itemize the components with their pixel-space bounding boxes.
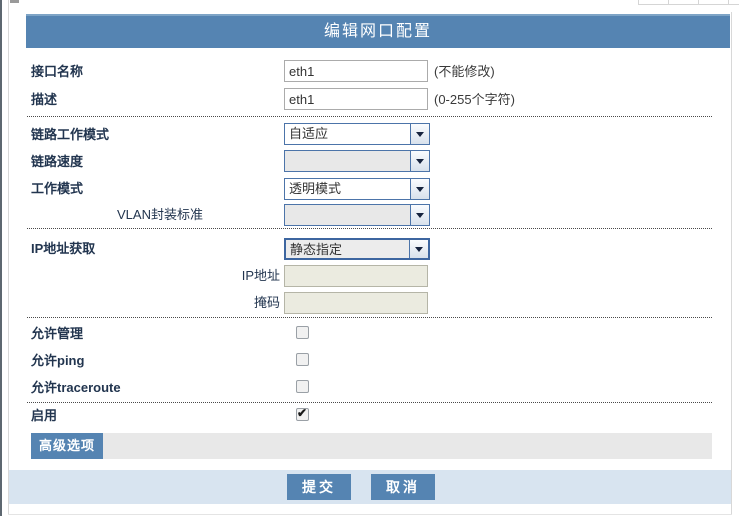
label-interface-name: 接口名称 xyxy=(31,64,83,80)
allow-manage-checkbox[interactable] xyxy=(296,326,309,339)
interface-name-hint: (不能修改) xyxy=(434,64,495,80)
chevron-down-icon[interactable] xyxy=(410,179,429,199)
ip-acquisition-select[interactable]: 静态指定 xyxy=(284,238,430,260)
vlan-standard-select xyxy=(284,204,430,226)
label-vlan-standard: VLAN封装标准 xyxy=(117,207,203,223)
dialog-edit-port-config: 编辑网口配置 接口名称 (不能修改) 描述 (0-255个字符) 链路工作模式 … xyxy=(0,0,739,522)
dialog-title-bar: 编辑网口配置 xyxy=(26,14,730,48)
advanced-options-bar xyxy=(103,433,712,459)
label-enable: 启用 xyxy=(31,408,57,424)
chevron-down-icon xyxy=(410,151,429,171)
cancel-button[interactable]: 取消 xyxy=(371,474,435,500)
label-ip-address: IP地址 xyxy=(100,268,280,284)
work-mode-value: 透明模式 xyxy=(289,179,409,199)
separator xyxy=(27,402,712,403)
table-tick-fragment xyxy=(698,0,699,5)
chevron-down-icon xyxy=(410,205,429,225)
separator xyxy=(27,116,712,117)
label-allow-traceroute: 允许traceroute xyxy=(31,380,121,396)
chevron-down-icon[interactable] xyxy=(409,240,428,258)
separator xyxy=(27,228,712,229)
ip-acquisition-value: 静态指定 xyxy=(290,240,408,260)
table-tick-fragment xyxy=(638,0,639,5)
advanced-options-button[interactable]: 高级选项 xyxy=(31,433,103,459)
panel-border-bottom xyxy=(8,514,732,515)
description-hint: (0-255个字符) xyxy=(434,92,515,108)
enable-checkbox[interactable] xyxy=(296,408,309,421)
label-link-speed: 链路速度 xyxy=(31,154,83,170)
label-ip-acquisition: IP地址获取 xyxy=(31,241,95,257)
allow-traceroute-checkbox[interactable] xyxy=(296,380,309,393)
link-speed-select xyxy=(284,150,430,172)
label-work-mode: 工作模式 xyxy=(31,181,83,197)
description-input[interactable] xyxy=(284,88,428,110)
scrollbar-fragment xyxy=(10,0,19,3)
table-border-fragment xyxy=(638,4,739,5)
table-tick-fragment xyxy=(728,0,729,5)
netmask-input xyxy=(284,292,428,314)
submit-button[interactable]: 提交 xyxy=(287,474,351,500)
label-description: 描述 xyxy=(31,92,57,108)
allow-ping-checkbox[interactable] xyxy=(296,353,309,366)
link-work-mode-value: 自适应 xyxy=(289,124,409,144)
panel-border-left xyxy=(8,0,9,515)
work-mode-select[interactable]: 透明模式 xyxy=(284,178,430,200)
label-netmask: 掩码 xyxy=(100,295,280,311)
footer-bar xyxy=(9,470,731,504)
left-frame-line xyxy=(0,0,2,516)
label-link-work-mode: 链路工作模式 xyxy=(31,127,109,143)
label-allow-ping: 允许ping xyxy=(31,353,84,369)
interface-name-input[interactable] xyxy=(284,60,428,82)
ip-address-input xyxy=(284,265,428,287)
dialog-title: 编辑网口配置 xyxy=(324,23,432,40)
table-tick-fragment xyxy=(668,0,669,5)
panel-border-right xyxy=(731,12,732,515)
separator xyxy=(27,317,712,318)
chevron-down-icon[interactable] xyxy=(410,124,429,144)
link-work-mode-select[interactable]: 自适应 xyxy=(284,123,430,145)
label-allow-manage: 允许管理 xyxy=(31,326,83,342)
